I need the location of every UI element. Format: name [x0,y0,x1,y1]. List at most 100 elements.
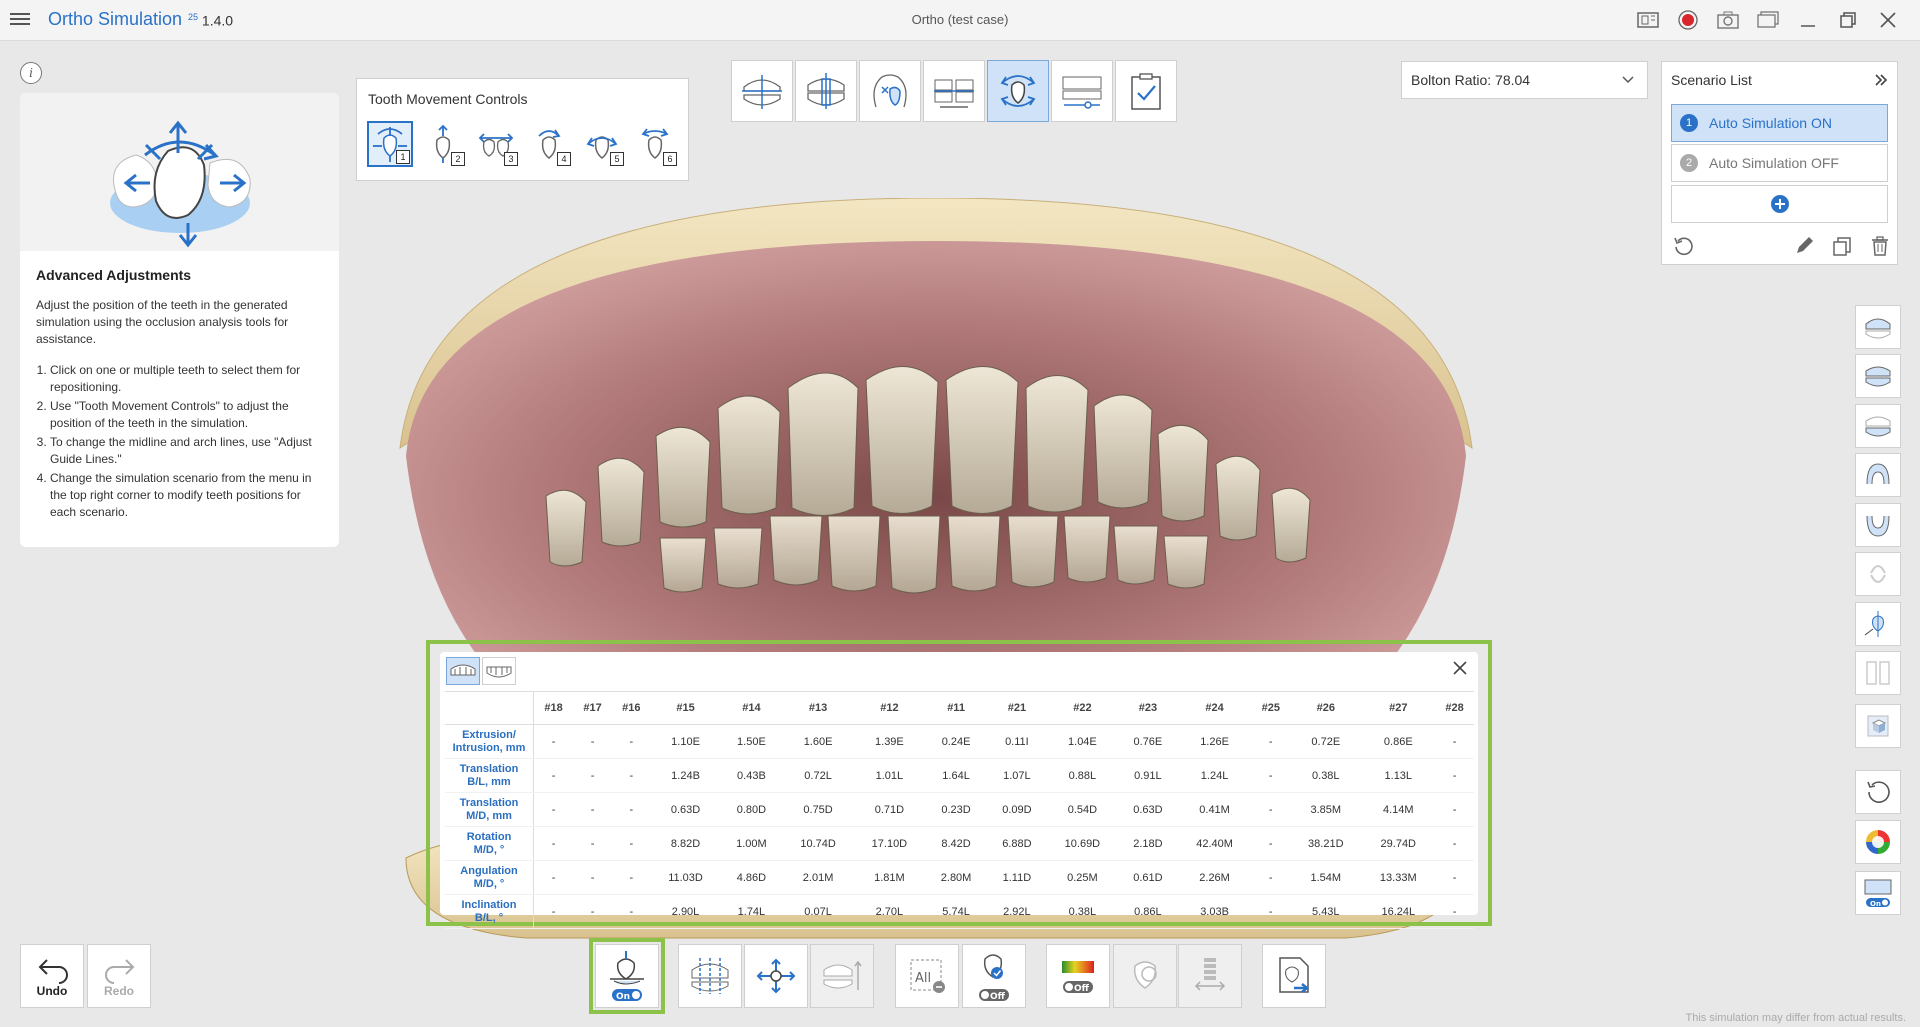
app-name: Ortho Simulation [48,9,183,29]
move-mode-5-button[interactable]: 5 [579,121,625,167]
edit-scenario-icon[interactable] [1792,234,1816,258]
camera-icon[interactable] [1708,8,1748,32]
close-table-icon[interactable] [1452,660,1468,680]
table-cell: 1.64L [925,758,988,793]
guide-slider-icon[interactable] [1051,60,1113,122]
table-cell: 0.76E [1118,724,1178,759]
table-row: Translation B/L, mm - - -1.24B 0.43B 0.72L 1.01… [445,758,1474,793]
restore-icon[interactable] [1828,8,1868,32]
record-icon[interactable] [1668,8,1708,32]
app-version: 25 1.4.0 [188,12,233,29]
table-cell: - [1435,894,1474,929]
lower-jaw-toggle[interactable] [482,657,516,685]
table-cell: - [1435,724,1474,759]
table-cell: 2.18D [1118,826,1178,861]
table-cell: - [611,758,651,793]
advanced-adjust-icon[interactable] [987,60,1049,122]
copy-scenario-icon[interactable] [1830,234,1854,258]
bite-align-icon[interactable] [795,60,857,122]
gallery-icon[interactable] [1748,8,1788,32]
bolton-ratio-dropdown[interactable]: Bolton Ratio: 78.04 [1401,61,1648,99]
arch-grid-button[interactable] [678,944,742,1008]
color-map-icon[interactable] [1855,820,1901,864]
minimize-icon[interactable] [1788,8,1828,32]
move-mode-3-button[interactable]: 3 [473,121,519,167]
tooth-column-header: #27 [1361,691,1436,725]
hamburger-menu-icon[interactable] [10,10,30,30]
table-cell: 1.01L [853,758,926,793]
both-jaws-icon[interactable] [1855,354,1901,398]
layout-icon[interactable] [1628,8,1668,32]
table-cell: 0.09D [987,792,1047,827]
table-cell: 4.86D [720,860,783,895]
info-icon[interactable]: i [20,62,42,84]
scenario-item-auto-on[interactable]: 1 Auto Simulation ON [1671,104,1888,142]
move-mode-4-button[interactable]: 4 [526,121,572,167]
undo-label: Undo [36,984,68,998]
lower-jaw-icon[interactable] [1855,404,1901,448]
select-all-text: All [915,971,931,986]
table-cell: 1.60E [782,724,854,759]
approve-icon[interactable] [1115,60,1177,122]
top-toolbar [731,60,1177,122]
ipr-button[interactable] [810,944,874,1008]
select-all-button[interactable]: All [895,944,959,1008]
occlusion-map-toggle-off-button[interactable]: Off [1046,944,1110,1008]
upper-arch-icon[interactable] [1855,453,1901,497]
row-header-line: M/D, ° [473,843,505,856]
cube-view-icon[interactable] [1855,704,1901,748]
undo-button[interactable]: Undo [20,944,84,1008]
close-icon[interactable] [1868,8,1908,32]
tooth-exclude-icon[interactable] [859,60,921,122]
reset-scenario-icon[interactable] [1671,234,1695,258]
tooth-column-header: #14 [720,691,783,725]
table-cell: 1.26E [1177,724,1252,759]
table-cell: - [611,894,651,929]
table-cell: 0.54D [1046,792,1119,827]
table-cell: 0.07L [782,894,854,929]
table-cell: 2.90L [650,894,721,929]
title-bar: Ortho Simulation 25 1.4.0 Ortho (test ca… [0,0,1920,41]
scenario-item-auto-off[interactable]: 2 Auto Simulation OFF [1671,144,1888,182]
upper-jaw-toggle[interactable] [446,657,480,685]
reset-view-icon[interactable] [1855,770,1901,814]
upper-jaw-icon[interactable] [1855,305,1901,349]
table-cell: 0.38L [1046,894,1119,929]
move-mode-2-button[interactable]: 2 [420,121,466,167]
collapse-panel-icon[interactable] [1873,71,1889,94]
tooth-column-header: #28 [1435,691,1474,725]
table-cell: - [1435,860,1474,895]
redo-button[interactable]: Redo [87,944,151,1008]
table-cell: 1.24L [1177,758,1252,793]
tooth-column-header: #12 [853,691,926,725]
table-cell: 2.70L [853,894,926,929]
axis-icon[interactable] [1855,602,1901,646]
lower-arch-icon[interactable] [1855,503,1901,547]
lock-tooth-toggle-off-button[interactable]: Off [962,944,1026,1008]
occlusion-view-icon[interactable] [731,60,793,122]
tooth-overlay-button[interactable] [1113,944,1177,1008]
row-header-line: Inclination [461,898,517,911]
spacing-adjust-button[interactable] [1178,944,1242,1008]
collision-toggle-on-button[interactable]: On [595,944,659,1008]
table-cell: - [533,860,574,895]
move-mode-6-button[interactable]: 6 [632,121,678,167]
table-cell: 0.23D [925,792,988,827]
arch-align-icon[interactable] [923,60,985,122]
table-cell: 0.41M [1177,792,1252,827]
tooth-movement-controls: Tooth Movement Controls 1 2 3 4 5 6 [356,78,689,181]
table-cell: - [611,860,651,895]
info-step: Click on one or multiple teeth to select… [50,362,323,396]
overlay-toggle-icon[interactable]: On [1855,871,1901,915]
table-cell: 0.71D [853,792,926,827]
move-gizmo-button[interactable] [744,944,808,1008]
move-mode-1-button[interactable]: 1 [367,121,413,167]
table-cell: 1.50E [720,724,783,759]
split-view-icon[interactable] [1855,651,1901,695]
transparency-icon[interactable] [1855,552,1901,596]
delete-scenario-icon[interactable] [1868,234,1892,258]
info-step: To change the midline and arch lines, us… [50,434,323,468]
table-cell: 38.21D [1290,826,1362,861]
add-scenario-button[interactable] [1671,185,1888,223]
export-report-button[interactable] [1262,944,1326,1008]
